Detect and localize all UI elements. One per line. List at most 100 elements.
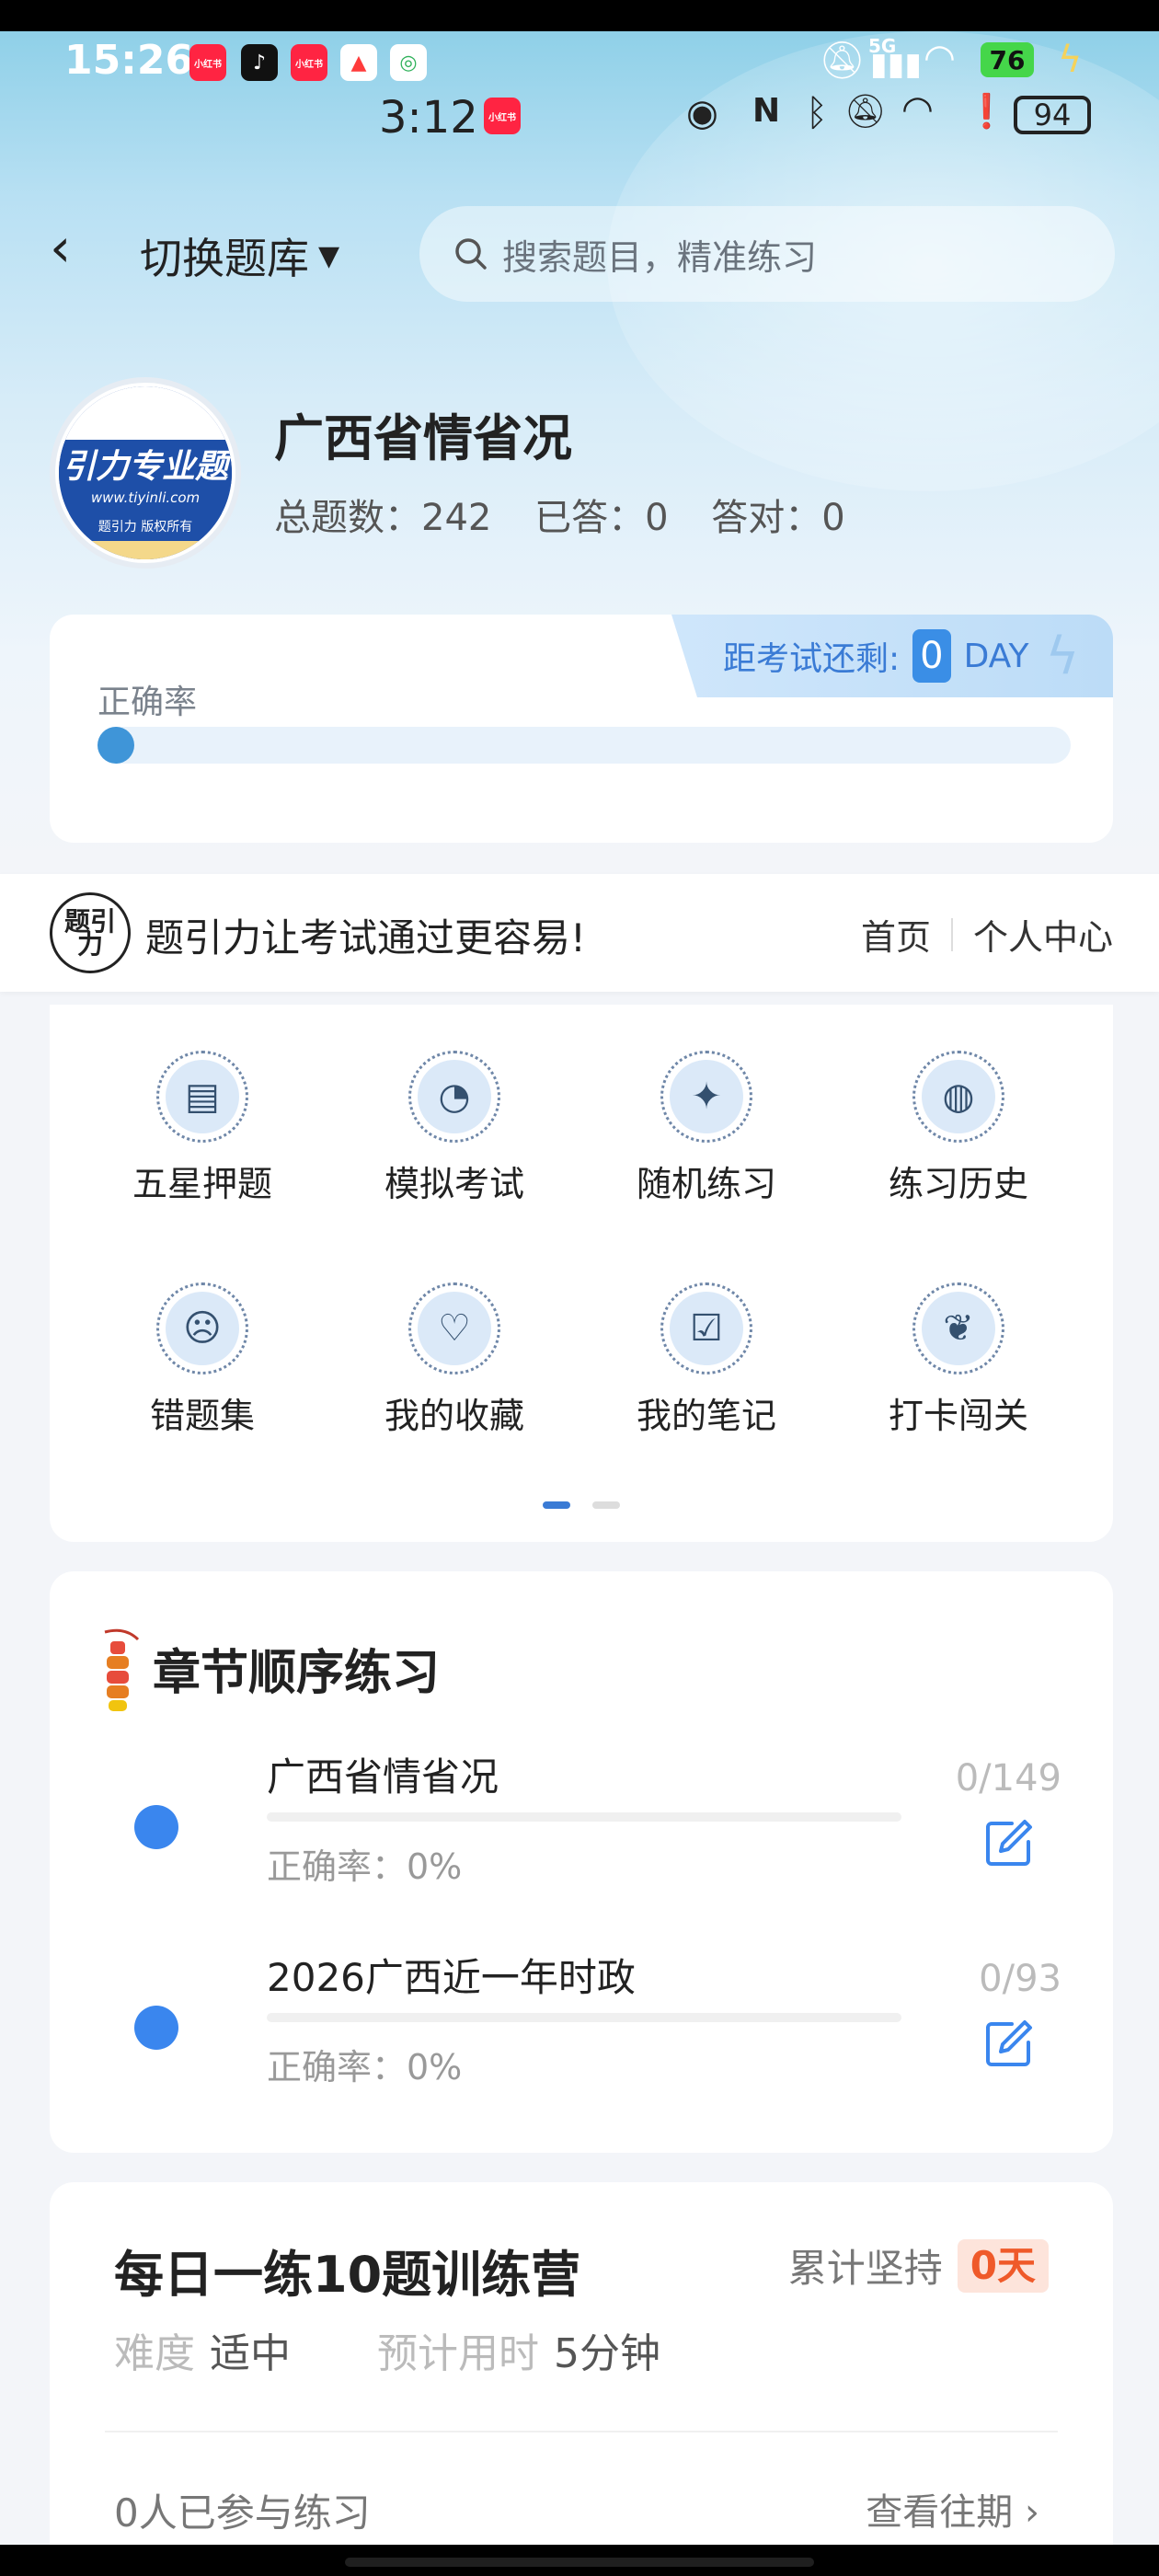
- feature-mock-exam[interactable]: ◔ 模拟考试: [353, 1051, 556, 1206]
- feature-checkin[interactable]: ❦ 打卡闯关: [857, 1282, 1060, 1438]
- eye-icon: ◉: [686, 92, 718, 134]
- home-link[interactable]: 首页: [861, 909, 931, 960]
- time-value: 5分钟: [554, 2330, 660, 2377]
- switch-bank-label: 切换题库: [140, 234, 309, 283]
- app-screen: 15:26 小红书 ♪ 小红书 ▲ ◎ 🔕︎ 5G ▮▮▮ ◠ 76 ϟ 3:1…: [0, 0, 1159, 2576]
- xiaohongshu-icon-inner: 小红书: [484, 98, 521, 134]
- chapter-accuracy: 正确率：0%: [267, 1846, 463, 1887]
- accuracy-card: 距考试还剩: 0 DAY ϟ 正确率: [50, 615, 1113, 843]
- time-label: 预计用时: [377, 2330, 539, 2377]
- leaf-icon: ❦: [922, 1292, 995, 1365]
- accuracy-label: 正确率: [98, 684, 198, 721]
- check-note-icon: ☑: [670, 1292, 743, 1365]
- chapter-bullet: [134, 2006, 178, 2050]
- tiktok-icon: ♪: [241, 44, 278, 81]
- head-icon: ☹: [166, 1292, 239, 1365]
- chapter-row[interactable]: 广西省情省况 正确率：0% 0/149: [50, 1728, 1113, 1903]
- signal-icon: ▮▮▮: [870, 46, 923, 83]
- personal-center-link[interactable]: 个人中心: [973, 909, 1113, 960]
- total-count: 总题数：242: [274, 497, 492, 539]
- countdown-days: 0: [912, 629, 951, 683]
- chapter-count: 0/149: [955, 1757, 1061, 1800]
- feature-notes[interactable]: ☑ 我的笔记: [605, 1282, 808, 1438]
- participants-count: 0人已参与练习: [114, 2490, 371, 2536]
- bank-stats: 总题数：242 已答：0 答对：0: [274, 488, 877, 541]
- feature-label: 五星押题: [132, 1164, 272, 1204]
- countdown-prefix: 距考试还剩:: [723, 640, 901, 678]
- chapter-row[interactable]: 2026广西近一年时政 正确率：0% 0/93: [50, 1928, 1113, 2103]
- inner-status-time: 3:12: [379, 92, 478, 144]
- edit-icon[interactable]: [984, 2018, 1034, 2068]
- lightning-icon: ϟ: [1045, 626, 1080, 686]
- feature-grid: ▤ 五星押题 ◔ 模拟考试 ✦ 随机练习 ◍ 练习历史 ☹ 错题集 ♡ 我的收藏…: [50, 1005, 1113, 1542]
- feature-five-star[interactable]: ▤ 五星押题: [101, 1051, 304, 1206]
- bluetooth-icon: ᛒ: [806, 92, 828, 134]
- exam-countdown: 距考试还剩: 0 DAY ϟ: [671, 615, 1113, 697]
- search-input[interactable]: 搜索题目，精准练习: [419, 206, 1115, 302]
- difficulty-value: 适中: [210, 2330, 291, 2377]
- nfc-icon: N: [752, 92, 781, 130]
- chevron-right-icon: ›: [1025, 2491, 1039, 2534]
- link-divider: [950, 917, 953, 951]
- correct-count: 答对：0: [711, 497, 845, 539]
- switch-bank-button[interactable]: 切换题库 ▼: [140, 225, 339, 286]
- chapter-progress-bar: [267, 1812, 901, 1822]
- search-placeholder: 搜索题目，精准练习: [502, 236, 818, 278]
- page-dot: [592, 1501, 620, 1509]
- star-icon: ✦: [670, 1060, 743, 1133]
- mute-icon: 🔕︎: [819, 40, 866, 82]
- back-icon[interactable]: ‹: [50, 221, 71, 274]
- feature-history[interactable]: ◍ 练习历史: [857, 1051, 1060, 1206]
- answered-count: 已答：0: [534, 497, 669, 539]
- chapter-progress-bar: [267, 2013, 901, 2022]
- caret-down-icon: ▼: [318, 239, 340, 272]
- streak: 累计坚持 0天: [788, 2237, 1049, 2294]
- brand-logo: 题引力: [50, 892, 131, 973]
- daily-title: 每日一练10题训练营: [114, 2246, 581, 2304]
- history-link[interactable]: 查看往期 ›: [866, 2482, 1039, 2536]
- chapter-name: 广西省情省况: [267, 1754, 499, 1800]
- chapter-count: 0/93: [979, 1958, 1061, 2000]
- feature-wrong-questions[interactable]: ☹ 错题集: [101, 1282, 304, 1438]
- feature-label: 打卡闯关: [888, 1396, 1028, 1436]
- gauge-icon: ◔: [418, 1060, 491, 1133]
- battery-icon: 76: [981, 42, 1034, 77]
- page-indicator: [543, 1501, 620, 1509]
- bank-logo-footer: 题引力 版权所有: [59, 513, 232, 541]
- divider: [105, 2431, 1058, 2432]
- alert-icon: ❗: [966, 93, 1007, 131]
- feature-label: 错题集: [149, 1396, 255, 1436]
- chapter-accuracy: 正确率：0%: [267, 2047, 463, 2087]
- feature-label: 随机练习: [636, 1164, 776, 1204]
- chat-icon: ◎: [390, 44, 427, 81]
- wifi-icon-inner: ◠: [901, 88, 934, 131]
- bottom-black-bar: [0, 2545, 1159, 2576]
- daily-practice-card[interactable]: 每日一练10题训练营 累计坚持 0天 难度 适中 预计用时 5分钟 0人已参与练习 …: [50, 2182, 1113, 2576]
- bank-logo-url: www.tiyinli.com: [90, 489, 201, 506]
- bank-logo-text: 引力专业题: [59, 440, 232, 486]
- feature-label: 我的收藏: [384, 1396, 524, 1436]
- history-label: 查看往期: [866, 2491, 1014, 2534]
- streak-badge: 0天: [957, 2238, 1049, 2293]
- edit-icon[interactable]: [984, 1818, 1034, 1868]
- chapter-title: 章节顺序练习: [153, 1646, 441, 1701]
- feature-random-practice[interactable]: ✦ 随机练习: [605, 1051, 808, 1206]
- battery-icon-inner: 94: [1014, 96, 1091, 134]
- streak-label: 累计坚持: [787, 2246, 943, 2291]
- home-indicator[interactable]: [345, 2558, 814, 2567]
- bank-title: 广西省情省况: [274, 409, 572, 467]
- feature-label: 我的笔记: [636, 1396, 776, 1436]
- feature-favorites[interactable]: ♡ 我的收藏: [353, 1282, 556, 1438]
- brand-slogan: 题引力让考试通过更容易!: [145, 915, 586, 960]
- globe-icon: ◍: [922, 1060, 995, 1133]
- feature-label: 练习历史: [888, 1164, 1028, 1204]
- bank-logo: 引力专业题 www.tiyinli.com 题引力 版权所有: [50, 377, 241, 569]
- accuracy-progress-track: [98, 727, 1071, 764]
- app-a-icon: ▲: [340, 44, 377, 81]
- page-dot-active: [543, 1501, 570, 1509]
- brand-banner: 题引力 题引力让考试通过更容易! 首页 个人中心: [0, 874, 1159, 992]
- mute-icon-inner: 🔕︎: [844, 93, 887, 131]
- status-time: 15:26: [64, 37, 194, 84]
- difficulty-label: 难度: [114, 2330, 195, 2377]
- heart-icon: ♡: [418, 1292, 491, 1365]
